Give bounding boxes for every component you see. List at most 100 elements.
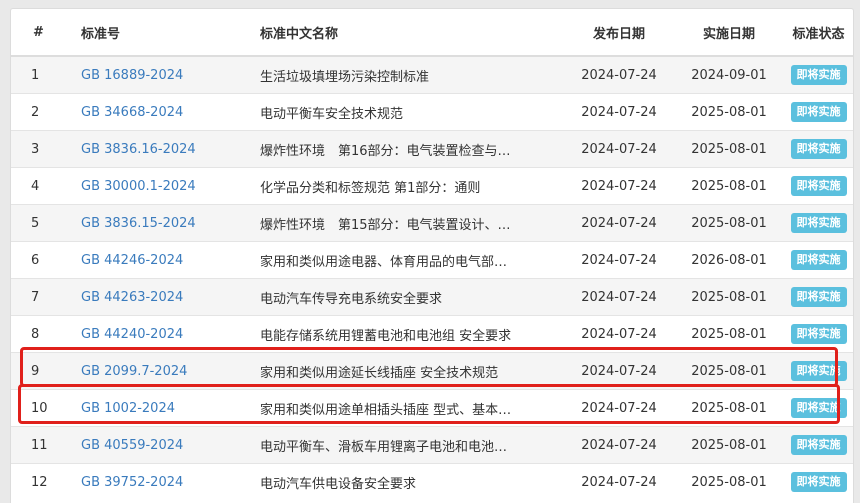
standard-code-link[interactable]: GB 40559-2024	[81, 438, 183, 453]
row-standard-name: 电动汽车供电设备安全要求	[260, 463, 564, 500]
row-number: 10	[11, 389, 81, 427]
row-standard-name: 家用和类似用途电器、体育用品的电气部…	[260, 241, 564, 279]
table-row: 5 GB 3836.15-2024 爆炸性环境 第15部分：电气装置设计、… 2024…	[11, 204, 853, 242]
table-row: 6 GB 44246-2024 家用和类似用途电器、体育用品的电气部… 2024-07…	[11, 241, 853, 279]
row-publish-date: 2024-07-24	[564, 93, 674, 131]
row-code-cell: GB 1002-2024	[81, 389, 260, 427]
standard-code-link[interactable]: GB 30000.1-2024	[81, 179, 196, 194]
row-status-cell: 即将实施	[784, 278, 853, 316]
row-status-cell: 即将实施	[784, 167, 853, 205]
standard-code-link[interactable]: GB 34668-2024	[81, 105, 183, 120]
row-standard-name: 生活垃圾填埋场污染控制标准	[260, 55, 564, 94]
row-publish-date: 2024-07-24	[564, 315, 674, 353]
row-publish-date: 2024-07-24	[564, 55, 674, 94]
row-code-cell: GB 30000.1-2024	[81, 167, 260, 205]
row-number: 5	[11, 204, 81, 242]
row-number: 11	[11, 426, 81, 464]
row-implement-date: 2025-08-01	[674, 315, 784, 353]
standard-code-link[interactable]: GB 39752-2024	[81, 475, 183, 490]
row-implement-date: 2024-09-01	[674, 55, 784, 94]
row-number: 1	[11, 55, 81, 94]
standards-table: # 标准号 标准中文名称 发布日期 实施日期 标准状态 1 GB 16889-20…	[11, 9, 853, 500]
row-implement-date: 2025-08-01	[674, 426, 784, 464]
table-body: 1 GB 16889-2024 生活垃圾填埋场污染控制标准 2024-07-24 202…	[11, 55, 853, 500]
row-standard-name: 家用和类似用途延长线插座 安全技术规范	[260, 352, 564, 390]
row-implement-date: 2025-08-01	[674, 463, 784, 500]
row-status-cell: 即将实施	[784, 352, 853, 390]
row-code-cell: GB 44246-2024	[81, 241, 260, 279]
row-implement-date: 2025-08-01	[674, 204, 784, 242]
row-number: 6	[11, 241, 81, 279]
standard-code-link[interactable]: GB 44240-2024	[81, 327, 183, 342]
row-number: 12	[11, 463, 81, 500]
status-badge: 即将实施	[790, 361, 847, 381]
row-status-cell: 即将实施	[784, 130, 853, 168]
status-badge: 即将实施	[790, 176, 847, 196]
table-row: 1 GB 16889-2024 生活垃圾填埋场污染控制标准 2024-07-24 202…	[11, 55, 853, 94]
header-code: 标准号	[81, 9, 260, 57]
row-standard-name: 家用和类似用途单相插头插座 型式、基本…	[260, 389, 564, 427]
table-header-row: # 标准号 标准中文名称 发布日期 实施日期 标准状态	[11, 9, 853, 57]
row-implement-date: 2025-08-01	[674, 389, 784, 427]
header-num: #	[11, 9, 81, 57]
row-number: 3	[11, 130, 81, 168]
row-code-cell: GB 44263-2024	[81, 278, 260, 316]
status-badge: 即将实施	[790, 435, 847, 455]
table-row: 3 GB 3836.16-2024 爆炸性环境 第16部分：电气装置检查与… 2024…	[11, 130, 853, 168]
row-status-cell: 即将实施	[784, 389, 853, 427]
standards-table-panel: # 标准号 标准中文名称 发布日期 实施日期 标准状态 1 GB 16889-20…	[10, 8, 854, 503]
header-implement-date: 实施日期	[674, 9, 784, 57]
row-number: 4	[11, 167, 81, 205]
header-publish-date: 发布日期	[564, 9, 674, 57]
standard-code-link[interactable]: GB 1002-2024	[81, 401, 175, 416]
row-implement-date: 2025-08-01	[674, 167, 784, 205]
row-standard-name: 爆炸性环境 第15部分：电气装置设计、…	[260, 204, 564, 242]
status-badge: 即将实施	[790, 139, 847, 159]
row-code-cell: GB 44240-2024	[81, 315, 260, 353]
row-standard-name: 电动汽车传导充电系统安全要求	[260, 278, 564, 316]
status-badge: 即将实施	[790, 102, 847, 122]
header-status: 标准状态	[784, 9, 853, 57]
status-badge: 即将实施	[790, 324, 847, 344]
row-code-cell: GB 39752-2024	[81, 463, 260, 500]
row-status-cell: 即将实施	[784, 315, 853, 353]
row-implement-date: 2026-08-01	[674, 241, 784, 279]
row-publish-date: 2024-07-24	[564, 389, 674, 427]
row-status-cell: 即将实施	[784, 463, 853, 500]
row-implement-date: 2025-08-01	[674, 278, 784, 316]
row-number: 9	[11, 352, 81, 390]
header-name: 标准中文名称	[260, 9, 564, 57]
row-publish-date: 2024-07-24	[564, 278, 674, 316]
row-code-cell: GB 16889-2024	[81, 55, 260, 94]
table-row: 7 GB 44263-2024 电动汽车传导充电系统安全要求 2024-07-24 20…	[11, 278, 853, 316]
standard-code-link[interactable]: GB 44263-2024	[81, 290, 183, 305]
row-standard-name: 化学品分类和标签规范 第1部分：通则	[260, 167, 564, 205]
table-row: 4 GB 30000.1-2024 化学品分类和标签规范 第1部分：通则 2024-0…	[11, 167, 853, 205]
row-code-cell: GB 34668-2024	[81, 93, 260, 131]
standard-code-link[interactable]: GB 3836.15-2024	[81, 216, 196, 231]
status-badge: 即将实施	[790, 250, 847, 270]
table-row: 8 GB 44240-2024 电能存储系统用锂蓄电池和电池组 安全要求 2024-0…	[11, 315, 853, 353]
standard-code-link[interactable]: GB 44246-2024	[81, 253, 183, 268]
table-row: 2 GB 34668-2024 电动平衡车安全技术规范 2024-07-24 2025-…	[11, 93, 853, 131]
row-implement-date: 2025-08-01	[674, 352, 784, 390]
standard-code-link[interactable]: GB 3836.16-2024	[81, 142, 196, 157]
table-row: 12 GB 39752-2024 电动汽车供电设备安全要求 2024-07-24 202…	[11, 463, 853, 500]
row-code-cell: GB 2099.7-2024	[81, 352, 260, 390]
status-badge: 即将实施	[790, 65, 847, 85]
row-publish-date: 2024-07-24	[564, 352, 674, 390]
table-row: 11 GB 40559-2024 电动平衡车、滑板车用锂离子电池和电池… 2024-0…	[11, 426, 853, 464]
row-implement-date: 2025-08-01	[674, 93, 784, 131]
row-standard-name: 电动平衡车、滑板车用锂离子电池和电池…	[260, 426, 564, 464]
row-code-cell: GB 3836.16-2024	[81, 130, 260, 168]
row-status-cell: 即将实施	[784, 241, 853, 279]
row-publish-date: 2024-07-24	[564, 130, 674, 168]
row-code-cell: GB 40559-2024	[81, 426, 260, 464]
table-row: 9 GB 2099.7-2024 家用和类似用途延长线插座 安全技术规范 2024-0…	[11, 352, 853, 390]
status-badge: 即将实施	[790, 472, 847, 492]
row-status-cell: 即将实施	[784, 55, 853, 94]
status-badge: 即将实施	[790, 213, 847, 233]
standard-code-link[interactable]: GB 2099.7-2024	[81, 364, 187, 379]
row-publish-date: 2024-07-24	[564, 463, 674, 500]
standard-code-link[interactable]: GB 16889-2024	[81, 68, 183, 83]
